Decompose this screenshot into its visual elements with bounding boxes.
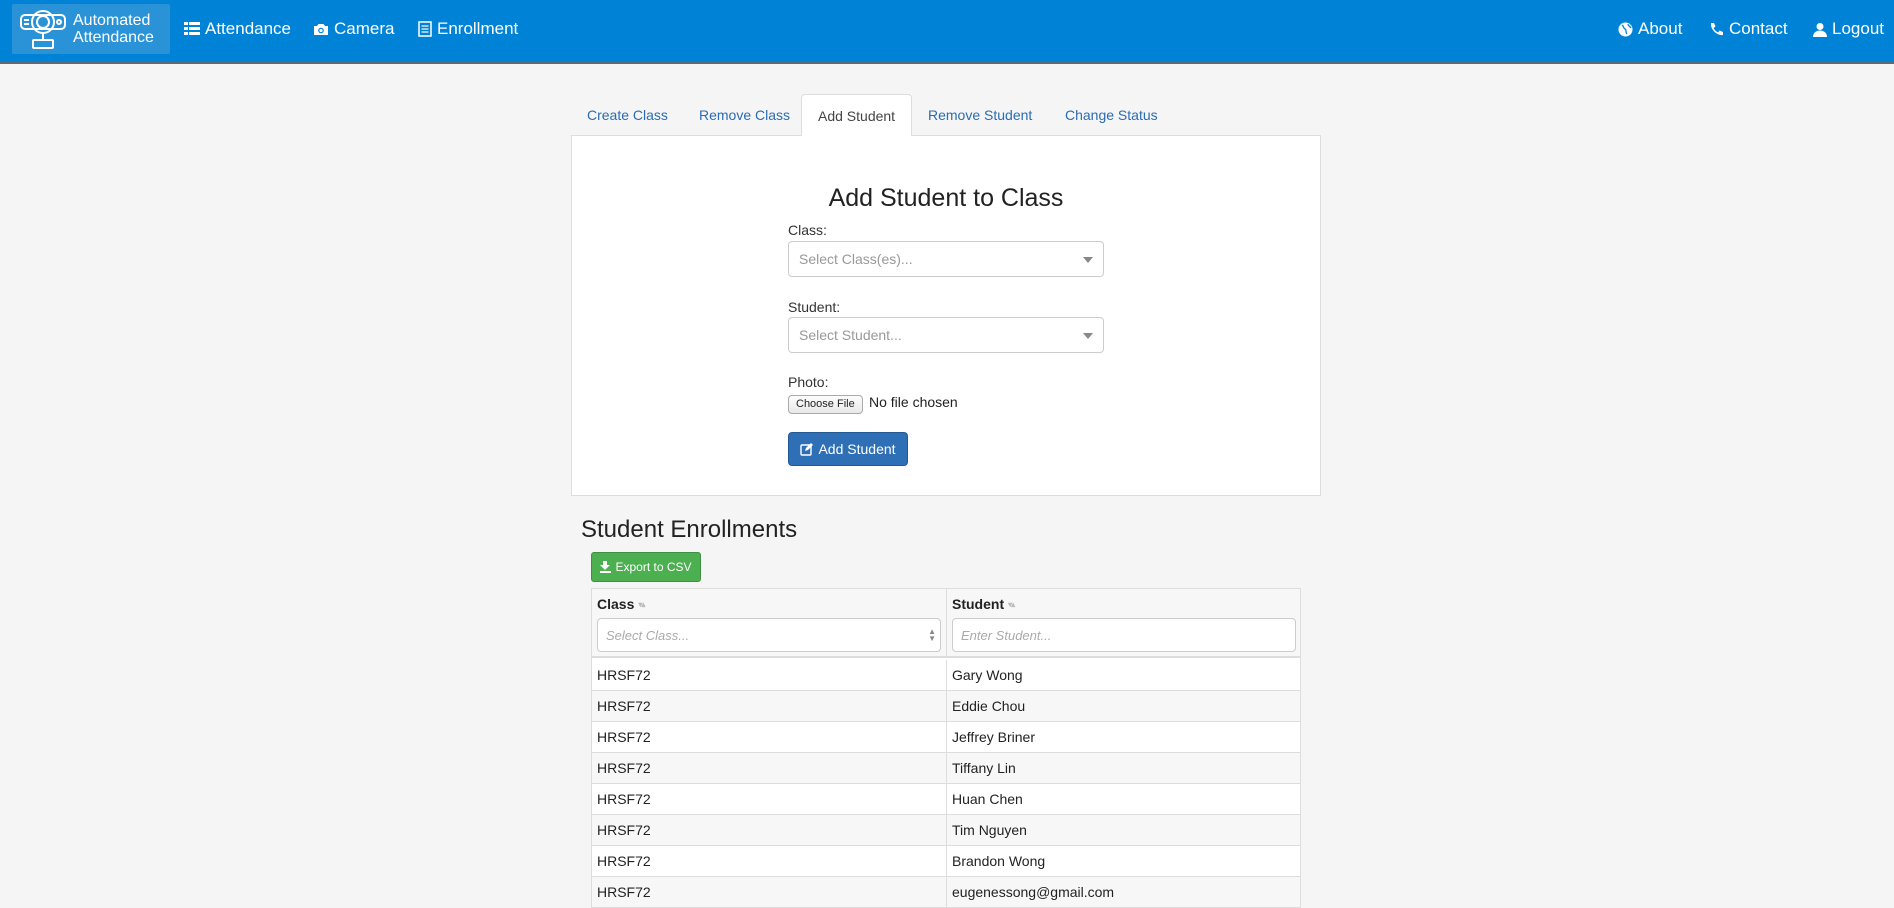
nav-contact-label: Contact	[1729, 19, 1788, 38]
choose-file-button[interactable]: Choose File	[788, 395, 863, 414]
student-cell: Tiffany Lin	[952, 760, 1016, 776]
nav-attendance-label: Attendance	[205, 19, 292, 38]
user-icon	[1813, 22, 1827, 37]
nav-about-label: About	[1638, 19, 1683, 38]
table-row[interactable]: HRSF72 Jeffrey Briner	[592, 722, 1300, 753]
class-cell: HRSF72	[592, 877, 947, 907]
phone-icon	[1710, 22, 1723, 35]
student-cell: Eddie Chou	[952, 698, 1026, 714]
sort-icon: ▾▴	[1008, 599, 1015, 609]
nav-contact[interactable]: Contact	[1709, 19, 1788, 39]
nav-logout[interactable]: Logout	[1813, 19, 1884, 39]
enrollment-tabs: Create Class Remove Class Add Student Re…	[571, 94, 1321, 137]
nav-attendance[interactable]: Attendance	[184, 19, 291, 39]
class-filter-select[interactable]: Select Class... ▲ ▼	[597, 618, 941, 652]
brand-line-2: Attendance	[73, 29, 154, 46]
brand-line-1: Automated	[73, 12, 151, 29]
nav-camera[interactable]: Camera	[313, 19, 394, 39]
file-status: No file chosen	[869, 394, 958, 410]
column-class: Class ▾▴ Select Class... ▲ ▼	[592, 589, 947, 658]
tab-add-student[interactable]: Add Student	[801, 94, 913, 137]
table-row[interactable]: HRSF72 Eddie Chou	[592, 691, 1300, 722]
table-row[interactable]: HRSF72 Gary Wong	[592, 660, 1300, 691]
tab-remove-class[interactable]: Remove Class	[683, 94, 806, 136]
add-student-panel: Add Student to Class Class: Select Class…	[571, 136, 1321, 496]
table-row[interactable]: HRSF72 Huan Chen	[592, 784, 1300, 815]
export-csv-button[interactable]: Export to CSV	[591, 552, 701, 582]
student-cell: Tim Nguyen	[952, 822, 1027, 838]
class-select-placeholder: Select Class(es)...	[799, 251, 913, 267]
camera-logo-icon	[20, 10, 66, 49]
photo-label: Photo:	[788, 374, 829, 390]
student-cell: Jeffrey Briner	[952, 729, 1035, 745]
student-cell: eugenessong@gmail.com	[952, 884, 1115, 900]
nav-about[interactable]: About	[1618, 19, 1682, 39]
brand-name: Automated Attendance	[73, 12, 154, 46]
table-row[interactable]: HRSF72 Tiffany Lin	[592, 753, 1300, 784]
export-csv-label: Export to CSV	[615, 560, 692, 574]
column-class-title: Class	[597, 596, 635, 612]
class-label: Class:	[788, 222, 827, 238]
document-icon	[418, 21, 432, 37]
enrollments-title: Student Enrollments	[581, 516, 798, 543]
globe-icon	[1618, 22, 1633, 36]
student-cell: Gary Wong	[952, 667, 1023, 683]
class-cell: HRSF72	[592, 846, 947, 877]
list-icon	[184, 22, 200, 35]
column-class-header[interactable]: Class ▾▴	[597, 596, 645, 612]
table-header: Class ▾▴ Select Class... ▲ ▼ Student ▾▴ E…	[592, 589, 1300, 658]
form-title: Add Student to Class	[828, 184, 1064, 212]
column-student: Student ▾▴ Enter Student...	[947, 589, 1300, 658]
table-row[interactable]: HRSF72 eugenessong@gmail.com	[592, 877, 1300, 907]
export-icon	[600, 561, 612, 573]
nav-enrollment-label: Enrollment	[437, 19, 519, 38]
sort-icon: ▾▴	[638, 599, 645, 609]
enrollments-table: Class ▾▴ Select Class... ▲ ▼ Student ▾▴ E…	[591, 588, 1301, 908]
nav-logout-label: Logout	[1832, 19, 1884, 38]
class-cell: HRSF72	[592, 660, 947, 691]
camera-icon	[314, 23, 328, 35]
student-select-placeholder: Select Student...	[799, 327, 902, 343]
table-row[interactable]: HRSF72 Brandon Wong	[592, 846, 1300, 877]
class-cell: HRSF72	[592, 722, 947, 753]
chevron-down-icon	[1083, 333, 1093, 339]
edit-icon	[800, 442, 814, 456]
class-filter-placeholder: Select Class...	[606, 628, 690, 643]
student-filter-input[interactable]: Enter Student...	[952, 618, 1296, 652]
class-cell: HRSF72	[592, 691, 947, 722]
tab-change-status[interactable]: Change Status	[1049, 94, 1174, 136]
student-filter-placeholder: Enter Student...	[961, 628, 1052, 643]
column-student-title: Student	[952, 596, 1005, 612]
tab-create-class[interactable]: Create Class	[571, 94, 684, 136]
tab-remove-student[interactable]: Remove Student	[912, 94, 1048, 136]
student-select[interactable]: Select Student...	[788, 317, 1104, 353]
nav-enrollment[interactable]: Enrollment	[418, 19, 518, 39]
chevron-down-icon	[1083, 257, 1093, 263]
column-student-header[interactable]: Student ▾▴	[952, 596, 1015, 612]
navbar: Automated Attendance Attendance Camera E…	[0, 0, 1894, 64]
class-cell: HRSF72	[592, 753, 947, 784]
add-student-button[interactable]: Add Student	[788, 432, 908, 466]
brand-logo[interactable]: Automated Attendance	[12, 4, 170, 54]
add-student-button-label: Add Student	[818, 441, 896, 457]
class-select[interactable]: Select Class(es)...	[788, 241, 1104, 277]
table-row[interactable]: HRSF72 Tim Nguyen	[592, 815, 1300, 846]
student-label: Student:	[788, 299, 841, 315]
updown-arrows-icon: ▲ ▼	[928, 627, 936, 643]
class-cell: HRSF72	[592, 815, 947, 846]
student-cell: Huan Chen	[952, 791, 1023, 807]
class-cell: HRSF72	[592, 784, 947, 815]
nav-camera-label: Camera	[334, 19, 395, 38]
student-cell: Brandon Wong	[952, 853, 1046, 869]
